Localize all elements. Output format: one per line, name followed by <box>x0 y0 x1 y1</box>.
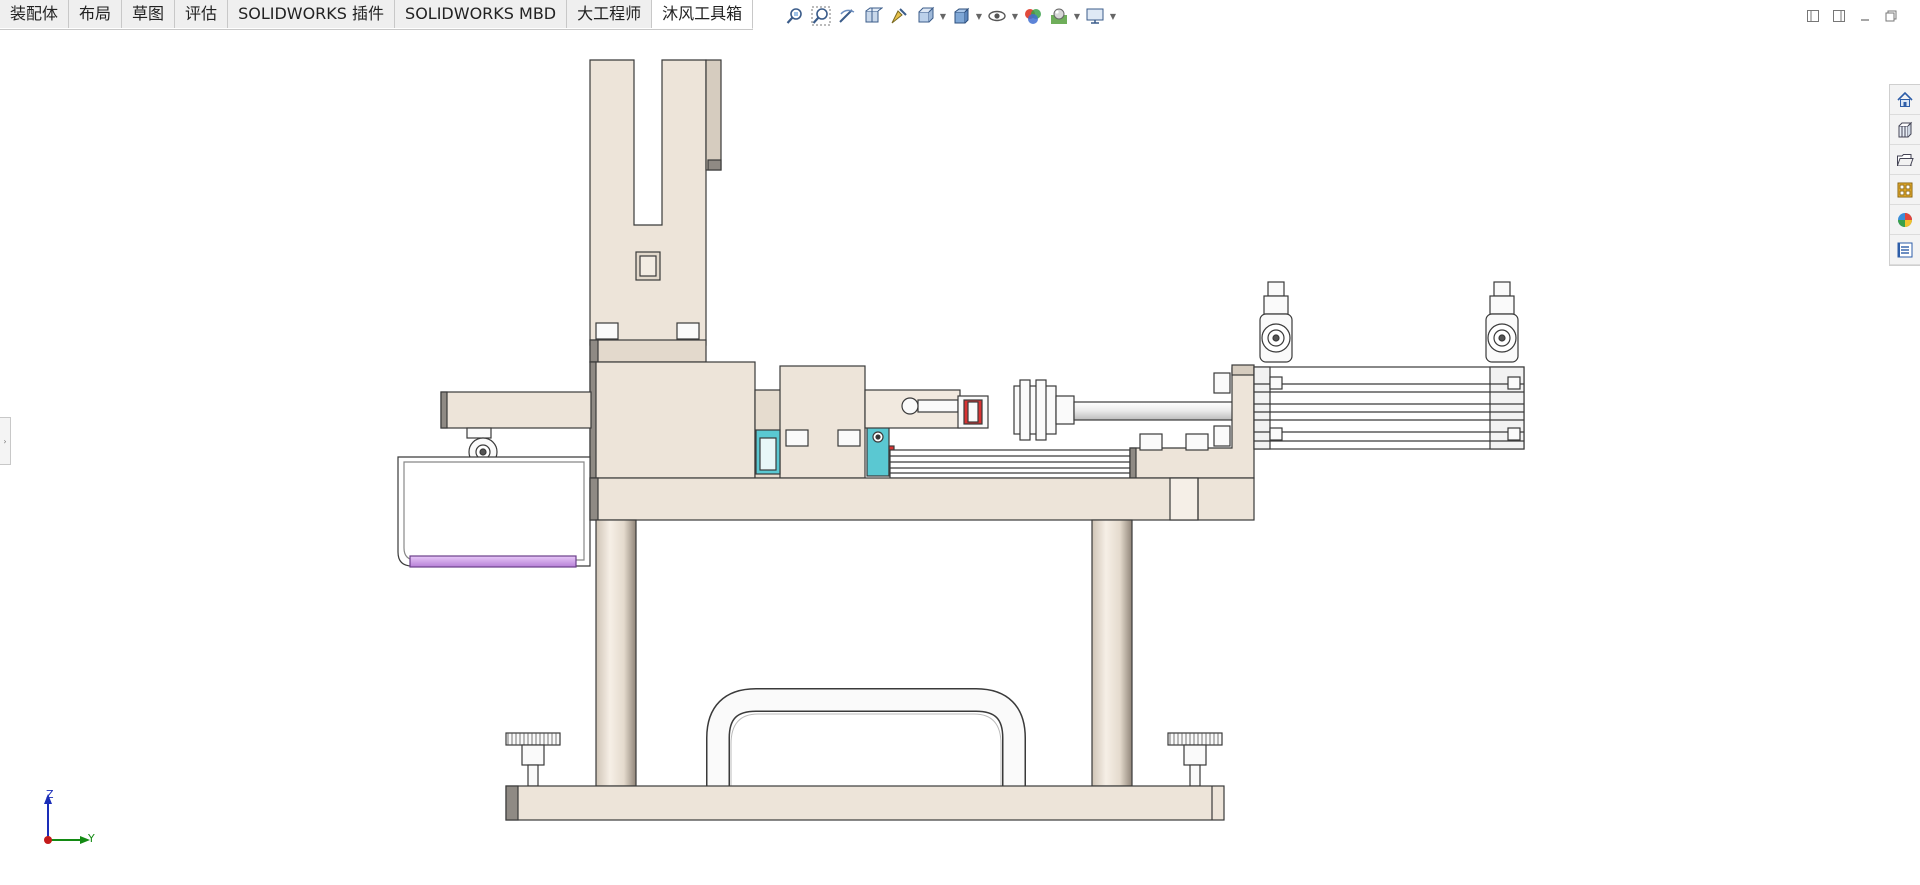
left-arm-part[interactable] <box>440 391 592 467</box>
linear-guide-rail-part[interactable] <box>889 449 1131 479</box>
view-palette-icon[interactable] <box>1890 175 1920 205</box>
restore-icon[interactable] <box>1880 6 1902 26</box>
left-thumb-screw-part[interactable] <box>505 732 561 787</box>
minimize-icon[interactable] <box>1854 6 1876 26</box>
previous-view-icon[interactable] <box>834 5 860 27</box>
graphics-viewport[interactable]: Z Y <box>0 30 1885 881</box>
hide-show-dropdown-icon[interactable]: ▼ <box>1010 5 1020 27</box>
view-settings-dropdown-icon[interactable]: ▼ <box>1108 5 1118 27</box>
display-style-dropdown-icon[interactable]: ▼ <box>974 5 984 27</box>
tab-mufeng-toolbox[interactable]: 沐风工具箱 <box>652 0 754 29</box>
apply-scene-dropdown-icon[interactable]: ▼ <box>1072 5 1082 27</box>
collection-tray-part[interactable] <box>397 456 591 568</box>
view-settings-icon[interactable] <box>1082 5 1108 27</box>
edit-appearance-icon[interactable] <box>1020 5 1046 27</box>
tab-evaluate[interactable]: 评估 <box>175 0 229 28</box>
display-style-icon[interactable] <box>948 5 974 27</box>
apply-scene-icon[interactable] <box>1046 5 1072 27</box>
triad-z-label: Z <box>46 788 54 801</box>
viewport-window-controls <box>1802 6 1902 26</box>
dynamic-annotation-icon[interactable] <box>886 5 912 27</box>
base-plate-part[interactable] <box>505 785 1225 821</box>
carry-handle-part[interactable] <box>706 688 1026 786</box>
zoom-to-area-icon[interactable] <box>808 5 834 27</box>
appearances-icon[interactable] <box>1890 205 1920 235</box>
left-support-column-part[interactable] <box>595 519 637 787</box>
right-thumb-screw-part[interactable] <box>1167 732 1223 787</box>
tab-solidworks-addins[interactable]: SOLIDWORKS 插件 <box>228 0 396 28</box>
tab-big-engineer[interactable]: 大工程师 <box>567 0 653 28</box>
command-manager-tabs: 装配体 布局 草图 评估 SOLIDWORKS 插件 SOLIDWORKS MB… <box>0 0 754 30</box>
task-pane-tabs <box>1889 84 1920 266</box>
cylinder-bracket-part[interactable] <box>1129 364 1255 479</box>
tab-sketch[interactable]: 草图 <box>122 0 176 28</box>
view-orientation-icon[interactable] <box>912 5 938 27</box>
hide-show-items-icon[interactable] <box>984 5 1010 27</box>
assembly-model-drawing <box>397 59 1525 821</box>
reference-triad: Z Y <box>38 788 108 850</box>
top-table-plate-part[interactable] <box>589 477 1255 521</box>
cylinder-fitting-left-part[interactable] <box>1259 281 1293 363</box>
section-view-icon[interactable] <box>860 5 886 27</box>
piston-rod-part[interactable] <box>864 379 1235 441</box>
tab-assembly[interactable]: 装配体 <box>0 0 70 28</box>
file-explorer-icon[interactable] <box>1890 145 1920 175</box>
cylinder-fitting-right-part[interactable] <box>1485 281 1519 363</box>
triad-y-label: Y <box>88 832 95 845</box>
tile-right-icon[interactable] <box>1828 6 1850 26</box>
heads-up-view-toolbar: ▼ ▼ ▼ ▼ ▼ <box>782 4 1118 28</box>
home-icon[interactable] <box>1890 85 1920 115</box>
view-orientation-dropdown-icon[interactable]: ▼ <box>938 5 948 27</box>
upper-fork-part[interactable] <box>589 59 722 363</box>
zoom-to-fit-icon[interactable] <box>782 5 808 27</box>
right-support-column-part[interactable] <box>1091 519 1133 787</box>
tab-layout[interactable]: 布局 <box>69 0 123 28</box>
tile-left-icon[interactable] <box>1802 6 1824 26</box>
twin-pneumatic-cylinder-part[interactable] <box>1253 366 1525 450</box>
design-library-icon[interactable] <box>1890 115 1920 145</box>
tab-solidworks-mbd[interactable]: SOLIDWORKS MBD <box>395 0 568 28</box>
custom-properties-icon[interactable] <box>1890 235 1920 265</box>
